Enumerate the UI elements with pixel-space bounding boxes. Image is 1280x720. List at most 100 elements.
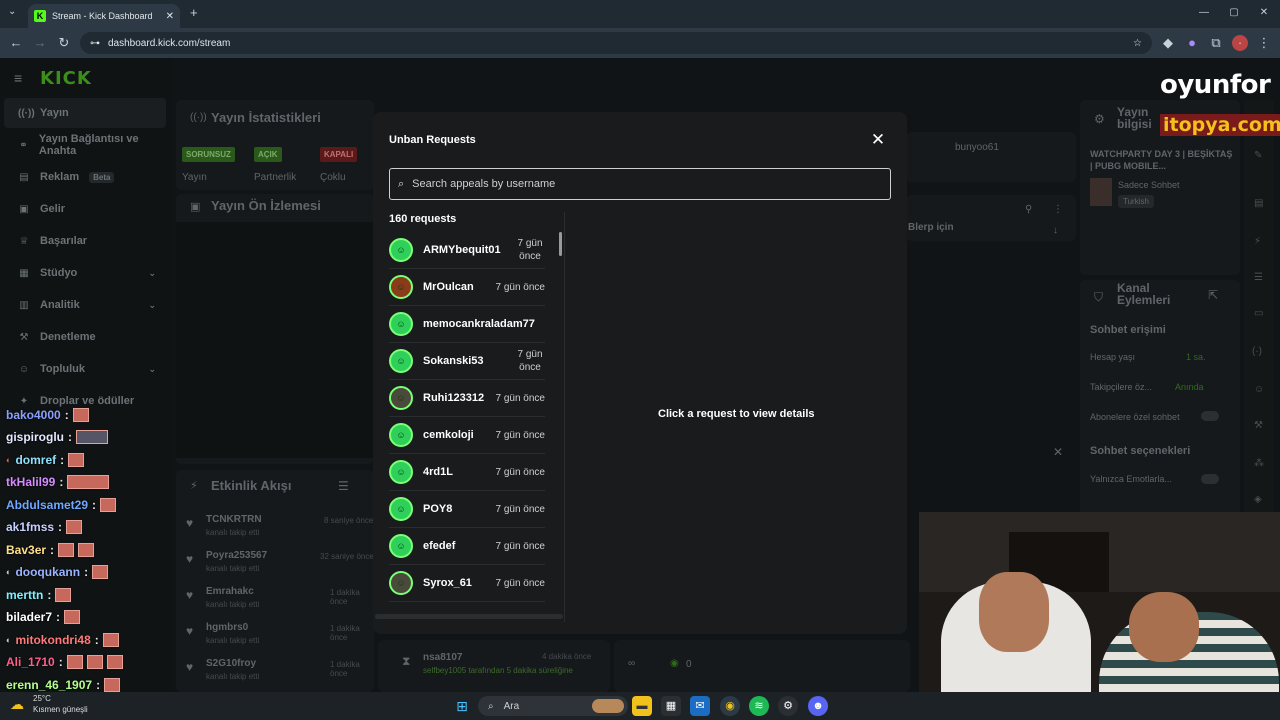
wrench-icon[interactable]: ⚒ [1254,420,1263,431]
sidebar-item-analitik[interactable]: ▥ Analitik ⌄ [4,290,166,320]
shield-icon[interactable]: ◈ [1254,494,1262,505]
sidebar-item-topluluk[interactable]: ☺ Topluluk ⌄ [4,354,166,384]
chat-username: Abdulsamet29 [6,498,89,512]
activity-desc: kanalı takip etti [206,600,260,609]
weather-icon[interactable]: ☁ [10,696,24,713]
reaction-icon[interactable]: ∞ [628,658,635,669]
nodes-icon[interactable]: ⁂ [1254,458,1264,469]
request-username: Sokanski53 [423,355,484,367]
weather-desc: Kısmen güneşli [33,705,88,714]
edit-icon[interactable]: ✎ [1254,150,1262,161]
extensions-puzzle-icon[interactable]: ⧉ [1208,35,1224,51]
profile-avatar-icon[interactable]: · [1232,35,1248,51]
back-icon[interactable]: ← [8,35,24,51]
address-bar[interactable]: ⊶ dashboard.kick.com/stream ☆ [80,32,1152,54]
request-row[interactable]: ☺ ARMYbequit01 7 gün önce [389,232,545,269]
request-list[interactable]: ☺ ARMYbequit01 7 gün önce ☺ MrOulcan 7 g… [389,232,545,618]
more-icon[interactable]: ⋮ [1053,204,1063,215]
shield-icon: ⛉ [1094,290,1104,304]
spotify-icon[interactable]: ≋ [749,696,769,716]
pin-icon[interactable]: ⚲ [1025,204,1032,215]
chart-icon: ▥ [19,299,29,311]
arrow-down-icon[interactable]: ↓ [1053,225,1058,236]
store-icon[interactable]: ▦ [661,696,681,716]
bolt-icon[interactable]: ⚡ [1254,236,1261,247]
browser-menu-icon[interactable]: ⋮ [1256,35,1272,51]
taskbar-search[interactable]: ⌕ Ara [478,696,628,716]
chat-username: merttn [6,588,44,602]
pinned-panel [906,195,1076,241]
status-sub-stream: Yayın [182,172,207,183]
sidebar-item-reklam[interactable]: ▤ Reklam Beta [4,162,166,192]
bookmark-star-icon[interactable]: ☆ [1133,38,1142,49]
blerp-label: Blerp için [908,222,954,233]
broadcast-icon[interactable]: (·) [1252,346,1262,357]
tab-list-icon[interactable]: ⌄ [8,6,16,17]
sidebar-item-yayin[interactable]: ((·)) Yayın [4,98,166,128]
sidebar-item-yayin-baglantisi[interactable]: ⚭ Yayın Bağlantısı ve Anahta [4,130,166,160]
close-icon[interactable]: ✕ [1053,445,1063,459]
request-row[interactable]: ☺ POY8 7 gün önce [389,491,545,528]
hamburger-menu-icon[interactable]: ≡ [14,70,22,86]
browser-tab[interactable]: K Stream - Kick Dashboard ✕ [28,4,180,28]
maximize-icon[interactable]: ▢ [1226,7,1242,18]
sidebar-item-gelir[interactable]: ▣ Gelir [4,194,166,224]
kick-logo[interactable]: KICK [40,68,92,89]
reload-icon[interactable]: ↻ [56,35,72,51]
appeals-search[interactable]: ⌕ [389,168,891,200]
followers-only-label: Takipçilere öz... [1090,382,1153,392]
horizontal-scrollbar[interactable] [375,614,563,619]
sidebar-item-label: Yayın [40,107,69,119]
account-age-value[interactable]: 1 sa. [1186,352,1206,362]
sidebar-item-studyo[interactable]: ▦ Stüdyo ⌄ [4,258,166,288]
chrome-icon[interactable]: ◉ [720,696,740,716]
users-icon[interactable]: ☺ [1254,384,1264,395]
sidebar-item-basarilar[interactable]: ♕ Başarılar [4,226,166,256]
windows-start-icon[interactable]: ⊞ [452,696,472,716]
request-row[interactable]: ☺ memocankraladam77 7 gün önce [389,306,545,343]
search-input[interactable] [410,177,871,191]
file-explorer-icon[interactable]: ▬ [632,696,652,716]
chat-username: ak1fmss [6,520,55,534]
activity-time: 32 saniye önce [320,552,374,561]
emote-image [102,633,119,647]
panel-icon[interactable]: ▤ [1254,198,1263,209]
request-row[interactable]: ☺ Ruhi123312 7 gün önce [389,380,545,417]
site-info-icon[interactable]: ⊶ [90,38,100,49]
activity-time: 1 dakika önce [330,624,360,642]
activity-desc: kanalı takip etti [206,672,260,681]
list-scrollbar[interactable] [559,232,562,256]
window-close-icon[interactable]: ✕ [1256,7,1272,18]
sidebar-item-denetleme[interactable]: ⚒ Denetleme [4,322,166,352]
filter-icon[interactable]: ☰ [338,479,349,493]
badge-icon: ◐ [6,635,12,645]
request-row[interactable]: ☺ 4rd1L 7 gün önce [389,454,545,491]
weather-temp: 25°C [33,694,51,703]
steam-icon[interactable]: ⚙ [778,696,798,716]
discord-icon[interactable]: ☻ [808,696,828,716]
followers-only-value[interactable]: Anında [1175,382,1204,392]
request-row[interactable]: ☺ efedef 7 gün önce [389,528,545,565]
request-row[interactable]: ☺ Syrox_61 7 gün önce [389,565,545,602]
activity-desc: kanalı takip etti [206,528,260,537]
subs-only-toggle[interactable] [1201,411,1219,421]
search-icon: ⌕ [398,177,405,190]
heart-icon: ♥ [186,624,194,638]
modal-close-button[interactable]: ✕ [869,130,887,150]
forward-icon[interactable]: → [32,35,48,51]
minimize-icon[interactable]: — [1196,7,1212,18]
chat-access-title: Sohbet erişimi [1090,324,1166,336]
emote-only-toggle[interactable] [1201,474,1219,484]
extension-icon[interactable]: ◆ [1160,35,1176,51]
request-row[interactable]: ☺ Sokanski53 7 gün önce [389,343,545,380]
outlook-icon[interactable]: ✉ [690,696,710,716]
tab-close-icon[interactable]: ✕ [166,11,174,22]
chat-icon[interactable]: ▭ [1254,308,1263,319]
request-row[interactable]: ☺ cemkoloji 7 gün önce [389,417,545,454]
popout-icon[interactable]: ⇱ [1208,288,1218,302]
chat-message: gispiroglu: [6,430,108,444]
new-tab-icon[interactable]: + [190,5,198,20]
request-row[interactable]: ☺ MrOulcan 7 gün önce [389,269,545,306]
extension-2-icon[interactable]: ● [1184,35,1200,51]
list-icon[interactable]: ☰ [1254,272,1263,283]
